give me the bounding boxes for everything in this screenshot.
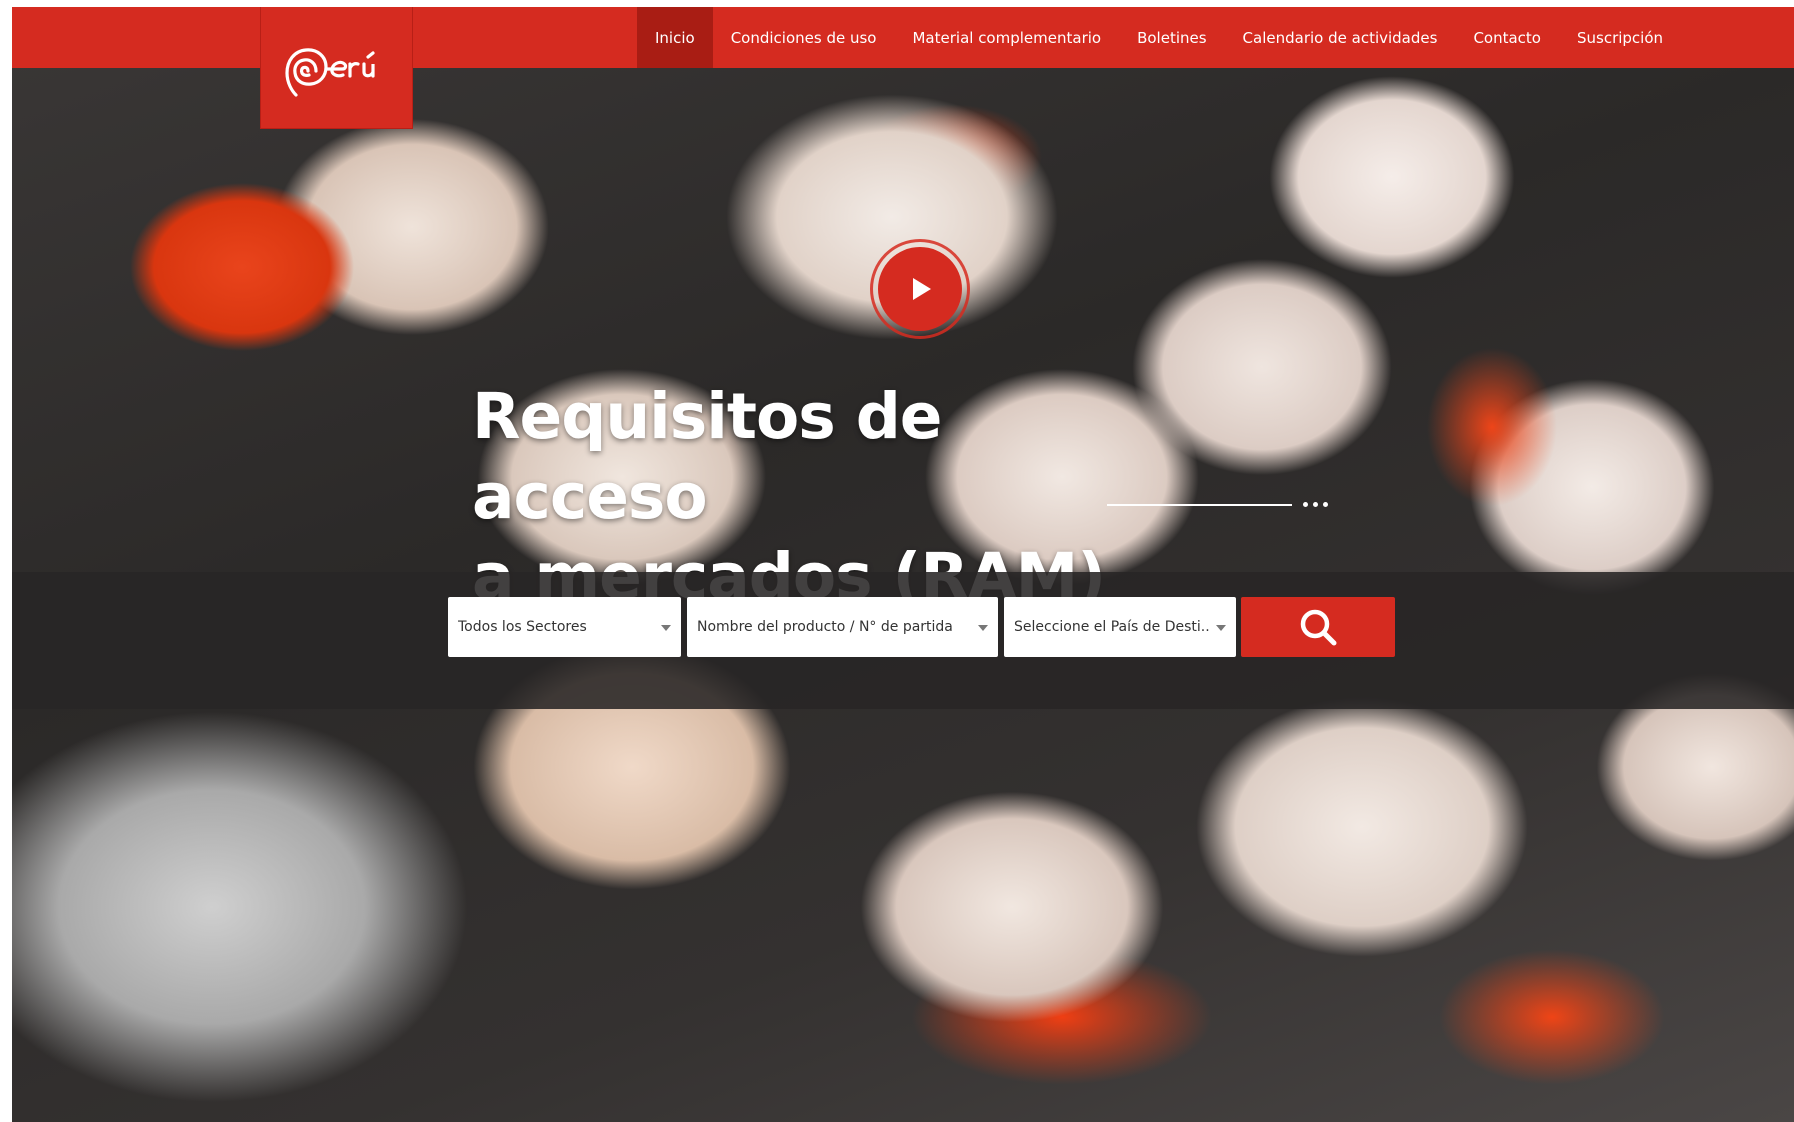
title-decoration: [1107, 500, 1328, 510]
main-nav: Inicio Condiciones de uso Material compl…: [637, 7, 1681, 68]
decoration-dot: [1313, 502, 1318, 507]
play-icon: [878, 247, 962, 331]
product-select[interactable]: Nombre del producto / N° de partida: [687, 597, 998, 657]
country-select-value: Seleccione el País de Desti...: [1014, 619, 1210, 635]
product-select-value: Nombre del producto / N° de partida: [697, 619, 953, 635]
decoration-line: [1107, 504, 1292, 506]
search-button[interactable]: [1241, 597, 1395, 657]
nav-item-suscripcion[interactable]: Suscripción: [1559, 7, 1681, 68]
play-video-button[interactable]: [870, 239, 970, 339]
decoration-dot: [1323, 502, 1328, 507]
nav-item-condiciones-de-uso[interactable]: Condiciones de uso: [713, 7, 895, 68]
chevron-down-icon: [1216, 625, 1226, 631]
chevron-down-icon: [978, 625, 988, 631]
country-select[interactable]: Seleccione el País de Desti...: [1004, 597, 1236, 657]
sector-select-value: Todos los Sectores: [458, 619, 587, 635]
nav-item-inicio[interactable]: Inicio: [637, 7, 713, 68]
sector-select[interactable]: Todos los Sectores: [448, 597, 681, 657]
peru-logo-mark: [284, 47, 375, 97]
nav-item-calendario-de-actividades[interactable]: Calendario de actividades: [1225, 7, 1456, 68]
nav-item-material-complementario[interactable]: Material complementario: [894, 7, 1119, 68]
decoration-dot: [1303, 502, 1308, 507]
chevron-down-icon: [661, 625, 671, 631]
search-icon: [1300, 609, 1337, 646]
nav-item-boletines[interactable]: Boletines: [1119, 7, 1224, 68]
peru-brand-logo[interactable]: [260, 7, 413, 129]
page-frame: Inicio Condiciones de uso Material compl…: [12, 7, 1794, 1122]
search-panel: Todos los Sectores Nombre del producto /…: [12, 572, 1794, 709]
hero-title-line-1: Requisitos de acceso: [472, 380, 943, 533]
nav-item-contacto[interactable]: Contacto: [1455, 7, 1559, 68]
